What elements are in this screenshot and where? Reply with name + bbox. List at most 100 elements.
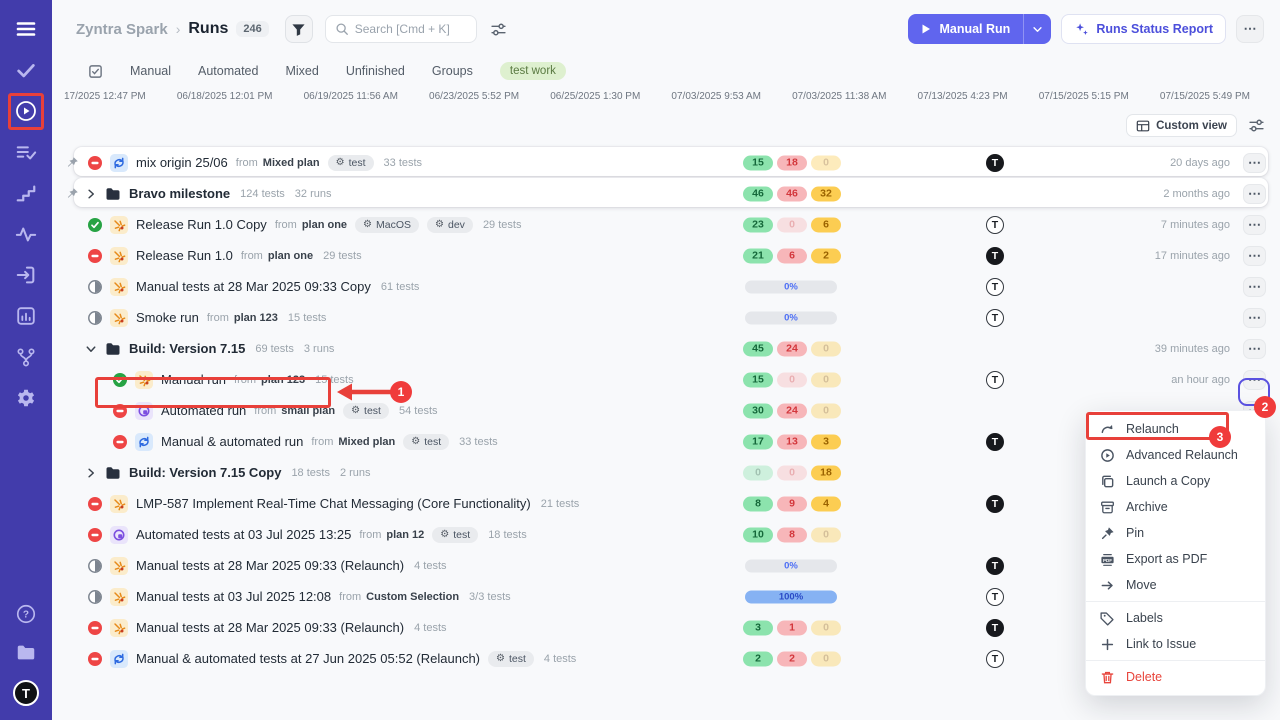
sidebar-item-steps[interactable] (14, 181, 38, 205)
sidebar-item-play-circle[interactable] (14, 99, 38, 123)
sidebar-item-list-check[interactable] (14, 140, 38, 164)
row-more-button[interactable]: ⋯ (1243, 308, 1266, 328)
result-pills: 310 (743, 620, 841, 635)
run-title: Automated run (161, 403, 246, 418)
menu-item-launch-a-copy[interactable]: Launch a Copy (1086, 468, 1265, 494)
status-passed-icon (113, 373, 127, 387)
tab-automated[interactable]: Automated (198, 64, 258, 78)
result-pill-green: 23 (743, 217, 773, 232)
pulse-icon (15, 223, 37, 245)
sidebar-item-import[interactable] (14, 263, 38, 287)
tests-count: 29 tests (323, 250, 362, 262)
row-more-button[interactable]: ⋯ (1243, 215, 1266, 235)
sidebar-item-gear[interactable] (14, 386, 38, 410)
result-pill-green: 46 (743, 186, 773, 201)
sidebar-item-branch[interactable] (14, 345, 38, 369)
run-row[interactable]: Smoke runfromplan 12315 tests0%T⋯ (52, 302, 1280, 333)
tab-groups[interactable]: Groups (432, 64, 473, 78)
runs-status-report-button[interactable]: Runs Status Report (1061, 14, 1226, 44)
from-label: from (275, 219, 297, 231)
header-more-button[interactable]: ⋯ (1236, 15, 1264, 43)
menu-icon (14, 17, 38, 41)
menu-item-label: Launch a Copy (1126, 474, 1210, 488)
menu-item-advanced-relaunch[interactable]: Advanced Relaunch (1086, 442, 1265, 468)
chip-label: test (364, 405, 381, 417)
sidebar-item-pulse[interactable] (14, 222, 38, 246)
run-row[interactable]: Manual runfromplan 12315 tests1500Tan ho… (52, 364, 1280, 395)
menu-item-move[interactable]: Move (1086, 572, 1265, 598)
chip-label: test (453, 529, 470, 541)
tests-count: 61 tests (381, 281, 420, 293)
run-row[interactable]: mix origin 25/06fromMixed plan⚙test33 te… (52, 147, 1280, 178)
from-plan-name: small plan (281, 405, 335, 417)
breadcrumb-project[interactable]: Zyntra Spark (76, 21, 168, 38)
run-context-menu: RelaunchAdvanced Relaunch Launch a Copy Ar… (1085, 410, 1266, 696)
menu-separator (1086, 601, 1265, 602)
page-header: Zyntra Spark › Runs 246 Manual Run Runs … (52, 0, 1280, 58)
from-plan-name: plan 123 (234, 312, 278, 324)
run-row[interactable]: Build: Version 7.1569 tests3 runs4524039… (52, 333, 1280, 364)
result-pill-green: 8 (743, 496, 773, 511)
run-row[interactable]: Bravo milestone124 tests32 runs4646322 m… (52, 178, 1280, 209)
sidebar-item-folder[interactable] (14, 641, 38, 665)
manual-run-dropdown-button[interactable] (1024, 14, 1051, 44)
manual-run-type-icon (110, 495, 128, 513)
row-more-button[interactable]: ⋯ (1243, 277, 1266, 297)
run-row[interactable]: Release Run 1.0 Copyfromplan one⚙MacOS⚙d… (52, 209, 1280, 240)
progress-bar: 100% (745, 590, 837, 603)
environment-chip: ⚙test (343, 403, 389, 419)
menu-item-link-to-issue[interactable]: Link to Issue (1086, 631, 1265, 657)
from-label: from (236, 157, 258, 169)
sidebar-item-chart[interactable] (14, 304, 38, 328)
result-pill-red: 18 (777, 155, 807, 170)
sidebar-item-help[interactable]: ? (14, 602, 38, 626)
result-pill-red: 8 (777, 527, 807, 542)
row-more-button[interactable]: ⋯ (1243, 246, 1266, 266)
row-more-button[interactable]: ⋯ (1243, 370, 1266, 390)
view-settings-icon[interactable] (1248, 117, 1265, 134)
sidebar-item-menu[interactable] (14, 17, 38, 41)
menu-item-label: Archive (1126, 500, 1168, 514)
manual-run-button[interactable]: Manual Run (908, 14, 1023, 44)
chart-icon (15, 305, 37, 327)
from-label: from (359, 529, 381, 541)
tab-manual[interactable]: Manual (130, 64, 171, 78)
menu-item-export-as-pdf[interactable]: PDFExport as PDF (1086, 546, 1265, 572)
menu-item-pin[interactable]: Pin (1086, 520, 1265, 546)
menu-item-relaunch[interactable]: Relaunch (1086, 416, 1265, 442)
chevron-down-icon (1032, 24, 1043, 35)
search-settings-icon[interactable] (490, 21, 507, 38)
menu-item-archive[interactable]: Archive (1086, 494, 1265, 520)
tab-mixed[interactable]: Mixed (285, 64, 318, 78)
menu-item-label: Move (1126, 578, 1157, 592)
row-more-button[interactable]: ⋯ (1243, 184, 1266, 204)
from-label: from (254, 405, 276, 417)
row-more-button[interactable]: ⋯ (1243, 153, 1266, 173)
search-input[interactable] (355, 22, 465, 36)
assignee-avatar: T (986, 619, 1004, 637)
sidebar-item-check[interactable] (14, 58, 38, 82)
tab-filter-badge[interactable]: test work (500, 62, 566, 80)
svg-text:PDF: PDF (1103, 557, 1112, 562)
run-row[interactable]: Manual tests at 28 Mar 2025 09:33 Copy61… (52, 271, 1280, 302)
progress-bar: 0% (745, 559, 837, 572)
tab-unfinished[interactable]: Unfinished (346, 64, 405, 78)
row-more-button[interactable]: ⋯ (1243, 339, 1266, 359)
environment-chip: ⚙test (328, 155, 374, 171)
custom-view-label: Custom view (1156, 120, 1227, 132)
assignee-avatar: T (986, 371, 1004, 389)
chip-label: test (424, 436, 441, 448)
custom-view-button[interactable]: Custom view (1126, 114, 1237, 137)
filter-button[interactable] (285, 15, 313, 43)
run-row-main: Bravo milestone124 tests32 runs (52, 178, 1280, 209)
menu-item-labels[interactable]: Labels (1086, 605, 1265, 631)
run-row[interactable]: Release Run 1.0fromplan one29 tests2162T… (52, 240, 1280, 271)
chevron-right-icon (85, 467, 97, 479)
status-failed-icon (113, 435, 127, 449)
result-pill-green: 3 (743, 620, 773, 635)
view-toolbar: Custom view (52, 114, 1280, 137)
assignee-avatar: T (986, 650, 1004, 668)
status-failed-icon (88, 156, 102, 170)
menu-item-delete[interactable]: Delete (1086, 664, 1265, 690)
user-avatar[interactable]: T (13, 680, 39, 706)
